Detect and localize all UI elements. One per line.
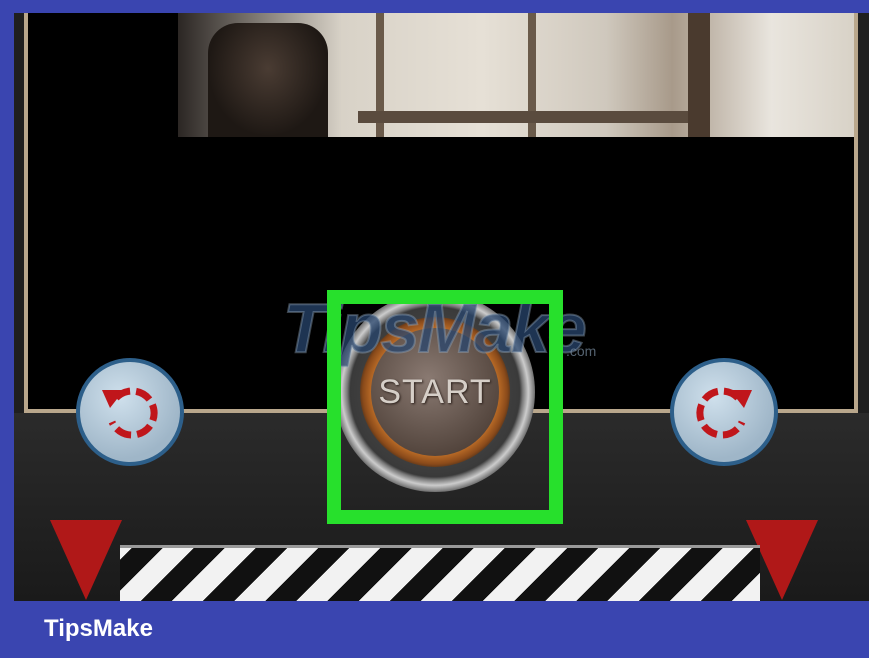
watermark-suffix: .com [566,343,597,359]
redo-button[interactable] [670,358,778,466]
film-strip-timeline[interactable] [120,545,760,604]
camera-preview [28,13,854,137]
footer-bar: TipsMake [0,601,869,658]
trim-marker-left[interactable] [50,520,122,600]
footer-brand: TipsMake [44,615,153,642]
window-sill [358,111,688,123]
redo-arrow-icon [696,387,752,439]
undo-button[interactable] [76,358,184,466]
window-frame [688,13,710,137]
start-highlight-box [327,290,563,524]
preview-person [208,23,328,137]
preview-shadow [28,13,178,137]
undo-arrow-icon [102,387,158,439]
